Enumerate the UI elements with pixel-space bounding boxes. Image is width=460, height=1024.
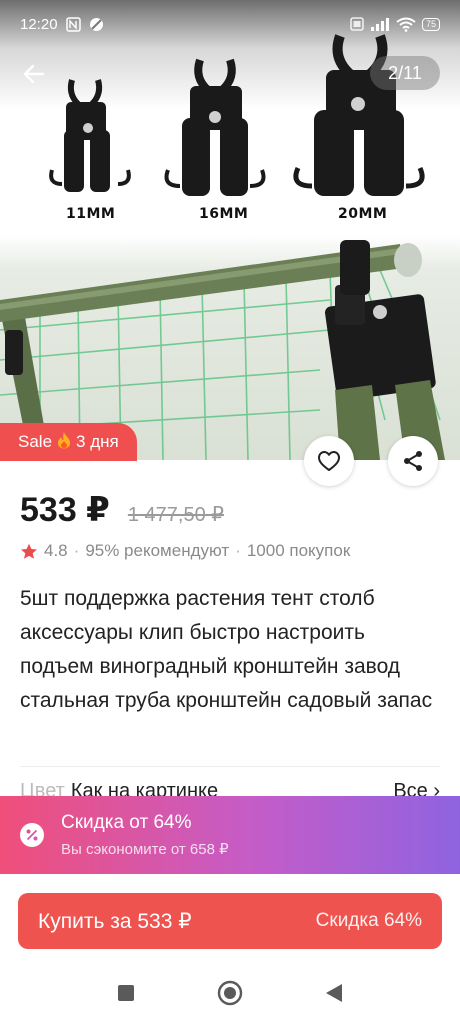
size-label-11mm: 11MM: [66, 206, 116, 222]
discount-banner[interactable]: Скидка от 64% Вы сэкономите от 658 ₽: [0, 796, 460, 874]
share-button[interactable]: [388, 436, 438, 486]
discount-subtitle: Вы сэкономите от 658 ₽: [61, 841, 229, 858]
recents-button[interactable]: [117, 984, 135, 1007]
color-all-link[interactable]: Все ›: [393, 780, 440, 796]
rating-row[interactable]: 4.8 · 95% рекомендуют · 1000 покупок: [20, 541, 350, 561]
fire-icon: [56, 431, 72, 454]
image-counter: 2/11: [370, 56, 440, 90]
status-time: 12:20: [20, 15, 58, 33]
arrow-left-icon: [23, 64, 45, 84]
signal-icon: [370, 17, 390, 31]
status-bar: 12:20 75: [0, 0, 460, 48]
star-icon: [21, 543, 37, 559]
color-selector-row[interactable]: Цвет Как на картинке Все ›: [20, 780, 440, 796]
system-nav-bar: [0, 966, 460, 1024]
separator-dot: ·: [73, 541, 80, 560]
square-icon: [118, 984, 134, 1001]
color-label: Цвет: [20, 780, 65, 796]
size-label-20mm: 20MM: [338, 206, 388, 222]
old-price: 1 477,50 ₽: [127, 504, 224, 526]
color-value: Как на картинке: [70, 780, 219, 796]
recommend-text: 95% рекомендуют: [85, 541, 230, 560]
product-title: 5шт поддержка растения тент столб аксесс…: [20, 587, 433, 712]
volte-icon: [350, 17, 364, 31]
sale-badge: Sale 3 дня: [0, 423, 137, 461]
price-row: 533 ₽ 1 477,50 ₽: [20, 490, 224, 530]
favorite-button[interactable]: [304, 436, 354, 486]
circle-icon: [217, 980, 243, 1005]
triangle-back-icon: [326, 983, 342, 1002]
share-icon: [404, 451, 422, 471]
buy-button-label: Купить за 533 ₽: [38, 909, 192, 933]
purchases-text: 1000 покупок: [246, 541, 351, 560]
back-nav-button[interactable]: [325, 983, 343, 1008]
dnd-icon: [89, 17, 104, 32]
buy-button[interactable]: Купить за 533 ₽ Скидка 64%: [18, 893, 442, 949]
size-label-16mm: 16MM: [199, 206, 249, 222]
divider: [20, 766, 440, 767]
wifi-icon: [396, 17, 416, 32]
battery-icon: 75: [421, 17, 440, 31]
sale-label: Sale: [18, 432, 53, 451]
heart-icon: [318, 451, 340, 471]
discount-title: Скидка от 64%: [61, 812, 192, 833]
separator-dot: ·: [235, 541, 241, 560]
sale-days: 3 дня: [76, 432, 119, 451]
home-button[interactable]: [217, 980, 243, 1011]
notification-icon: [65, 16, 81, 32]
back-button[interactable]: [18, 58, 50, 90]
current-price: 533 ₽: [20, 491, 110, 529]
percent-icon: [20, 823, 44, 847]
rating-value: 4.8: [44, 541, 68, 560]
buy-button-discount: Скидка 64%: [315, 910, 422, 931]
